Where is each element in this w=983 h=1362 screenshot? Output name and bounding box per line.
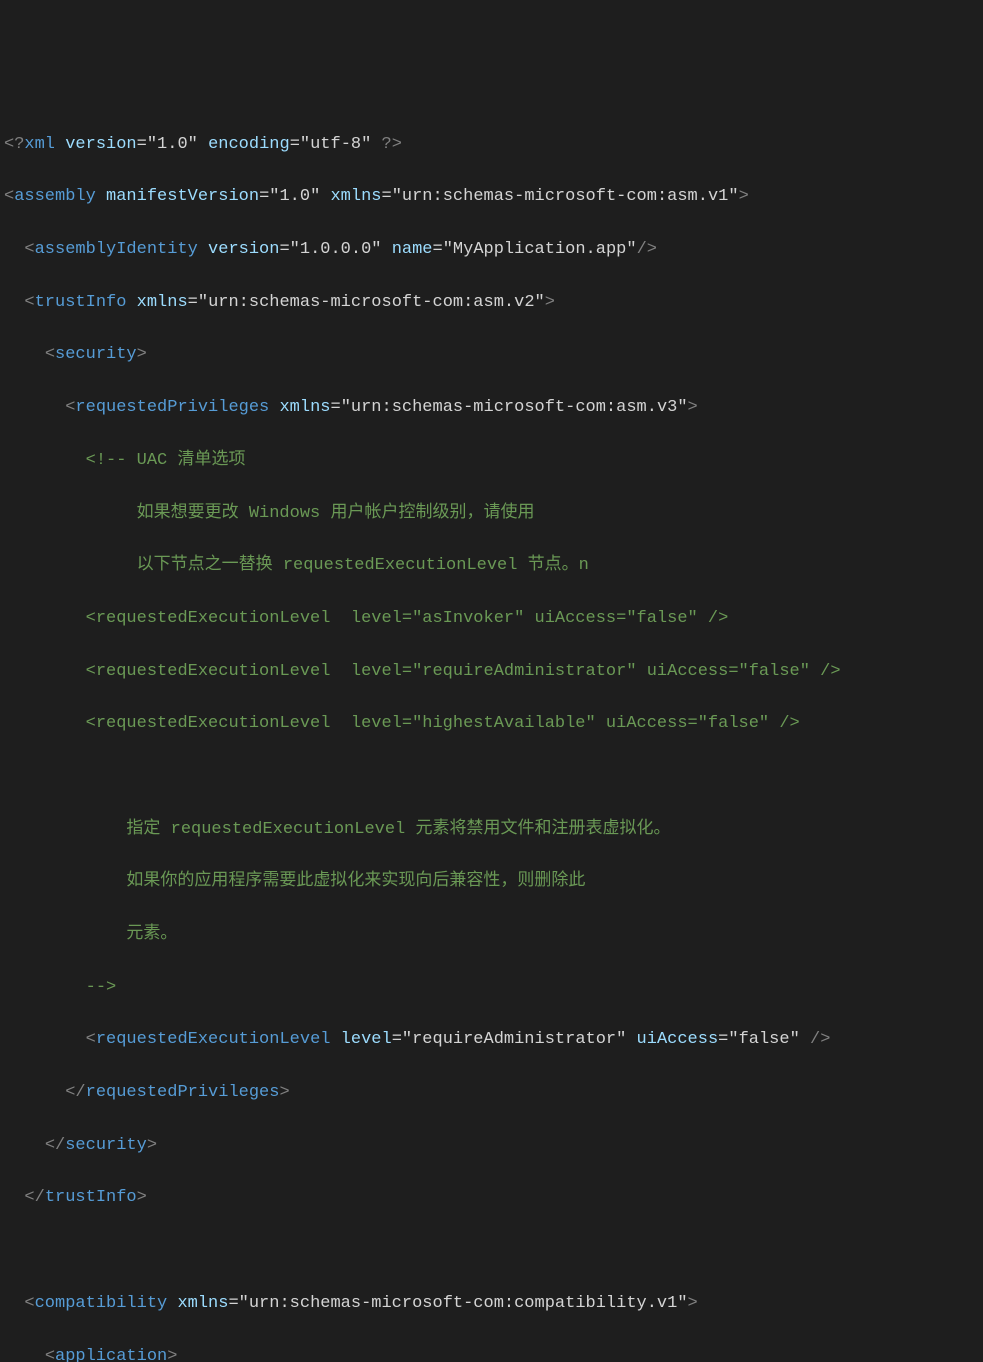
xml-decl-name: xml [24,135,55,154]
close-security-tag: security [65,1136,147,1155]
code-editor[interactable]: <?xml version="1.0" encoding="utf-8" ?> … [0,105,983,1362]
trustInfo-open-line: <trustInfo xmlns="urn:schemas-microsoft-… [4,290,979,316]
trustInfo-tag: trustInfo [35,293,127,312]
comment-blank-line [4,764,979,790]
xml-declaration-line: <?xml version="1.0" encoding="utf-8" ?> [4,132,979,158]
comment-line: 以下节点之一替换 requestedExecutionLevel 节点。n [4,553,979,579]
requestedExecutionLevel-tag: requestedExecutionLevel [96,1030,331,1049]
blank-line [4,1238,979,1264]
assemblyIdentity-tag: assemblyIdentity [35,240,198,259]
attr-manifestVersion: manifestVersion [106,187,259,206]
attr-version: version [65,135,136,154]
attr-xmlns: xmlns [330,187,381,206]
trustInfo-close-line: </trustInfo> [4,1185,979,1211]
requestedPrivileges-tag: requestedPrivileges [75,398,269,417]
comment-line: 如果想要更改 Windows 用户帐户控制级别，请使用 [4,501,979,527]
assembly-tag: assembly [14,187,96,206]
compatibility-tag: compatibility [35,1294,168,1313]
security-open-line: <security> [4,342,979,368]
security-tag: security [55,345,137,364]
attr-encoding: encoding [208,135,290,154]
security-close-line: </security> [4,1133,979,1159]
comment-open: <!-- [86,451,127,470]
close-trustInfo-tag: trustInfo [45,1188,137,1207]
comment-line: 指定 requestedExecutionLevel 元素将禁用文件和注册表虚拟… [4,817,979,843]
attr-xmlns: xmlns [279,398,330,417]
comment-close-line: --> [4,975,979,1001]
requestedPrivileges-close-line: </requestedPrivileges> [4,1080,979,1106]
comment-close: --> [86,978,117,997]
attr-uiAccess: uiAccess [637,1030,719,1049]
application-open-line: <application> [4,1344,979,1362]
assemblyIdentity-line: <assemblyIdentity version="1.0.0.0" name… [4,237,979,263]
requestedPrivileges-open-line: <requestedPrivileges xmlns="urn:schemas-… [4,395,979,421]
attr-xmlns: xmlns [137,293,188,312]
comment-line: <requestedExecutionLevel level="highestA… [4,711,979,737]
requestedExecutionLevel-line: <requestedExecutionLevel level="requireA… [4,1027,979,1053]
comment-line: 如果你的应用程序需要此虚拟化来实现向后兼容性，则删除此 [4,869,979,895]
xml-decl-open: <? [4,135,24,154]
close-requestedPrivileges-tag: requestedPrivileges [86,1083,280,1102]
attr-level: level [341,1030,392,1049]
xml-decl-close: ?> [382,135,402,154]
compatibility-open-line: <compatibility xmlns="urn:schemas-micros… [4,1291,979,1317]
comment-line: <!-- UAC 清单选项 [4,448,979,474]
comment-line: <requestedExecutionLevel level="asInvoke… [4,606,979,632]
application-tag: application [55,1347,167,1362]
attr-xmlns: xmlns [177,1294,228,1313]
comment-line: 元素。 [4,922,979,948]
attr-name: name [392,240,433,259]
attr-version: version [208,240,279,259]
assembly-open-line: <assembly manifestVersion="1.0" xmlns="u… [4,184,979,210]
